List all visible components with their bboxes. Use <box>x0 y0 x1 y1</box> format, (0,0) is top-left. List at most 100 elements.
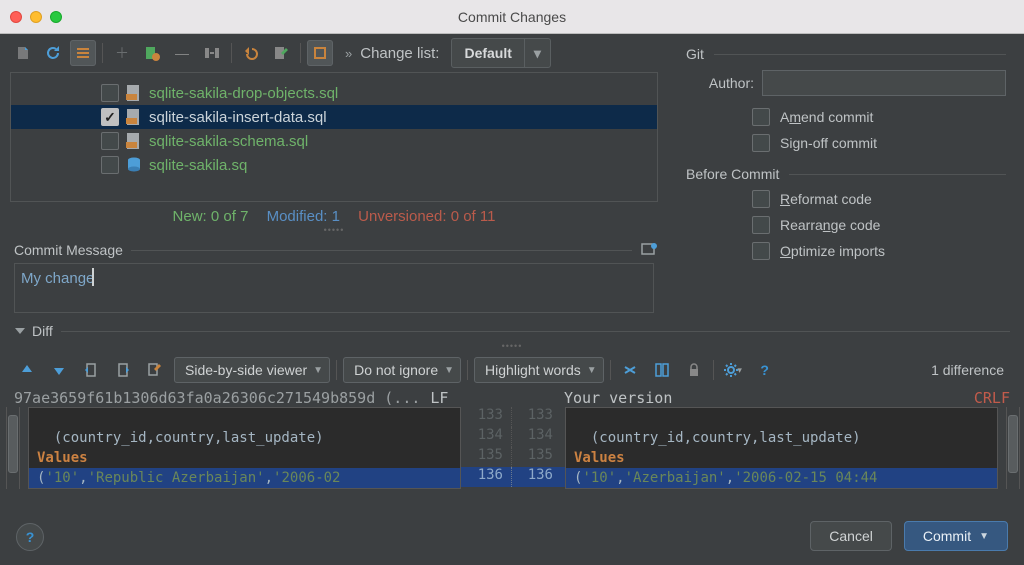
collapse-toggle-icon[interactable] <box>14 325 26 337</box>
divider <box>61 331 1010 332</box>
file-checkbox[interactable] <box>101 84 119 102</box>
compare-prev-file-icon[interactable] <box>78 357 104 383</box>
highlight-mode-dropdown[interactable]: Highlight words▼ <box>474 357 604 383</box>
optimize-option[interactable]: Optimize imports <box>686 242 1006 260</box>
lock-icon[interactable] <box>681 357 707 383</box>
move-to-changelist-icon[interactable] <box>199 40 225 66</box>
reformat-label: Reformat code <box>780 191 872 207</box>
file-name: sqlite-sakila-insert-data.sql <box>149 109 327 126</box>
toolbar-separator <box>300 43 301 63</box>
change-list-dropdown[interactable]: Default ▾ <box>451 38 550 68</box>
signoff-commit-option[interactable]: Sign-off commit <box>686 134 1006 152</box>
file-name: sqlite-sakila.sq <box>149 157 247 174</box>
git-section-header: Git <box>686 46 1006 62</box>
file-name: sqlite-sakila-drop-objects.sql <box>149 85 338 102</box>
file-checkbox[interactable] <box>101 108 119 126</box>
file-stats: New: 0 of 7 Modified: 1 Unversioned: 0 o… <box>0 202 668 237</box>
overflow-chevron-icon[interactable]: » <box>345 46 352 61</box>
commit-message-label: Commit Message <box>14 242 123 258</box>
stat-modified: Modified: 1 <box>267 208 340 225</box>
before-commit-label: Before Commit <box>686 166 779 182</box>
compare-next-file-icon[interactable] <box>110 357 136 383</box>
file-checkbox[interactable] <box>101 156 119 174</box>
split-gripper[interactable]: ••••• <box>0 341 1024 351</box>
prev-diff-icon[interactable] <box>14 357 40 383</box>
refresh-icon[interactable] <box>40 40 66 66</box>
cancel-button[interactable]: Cancel <box>810 521 892 551</box>
signoff-checkbox[interactable] <box>752 134 770 152</box>
changed-files-list[interactable]: sqlite-sakila-drop-objects.sql sqlite-sa… <box>10 72 658 202</box>
dropdown-arrow-icon: ▼ <box>979 531 989 542</box>
right-line-ending: CRLF <box>974 389 1010 407</box>
base-revision-hash: 97ae3659f61b1306d63fa0a26306c271549b859d… <box>14 389 420 407</box>
file-row[interactable]: sqlite-sakila-schema.sql <box>11 129 657 153</box>
remove-icon[interactable]: — <box>169 40 195 66</box>
change-list-label: Change list: <box>360 45 439 62</box>
author-label: Author: <box>686 75 762 91</box>
amend-label: Amend commit <box>780 109 873 125</box>
help-button[interactable]: ? <box>16 523 44 551</box>
signoff-label: Sign-off commit <box>780 135 877 151</box>
reformat-option[interactable]: Reformat code <box>686 190 1006 208</box>
diff-toolbar: Side-by-side viewer▼ Do not ignore▼ High… <box>0 351 1024 389</box>
db-file-icon <box>125 156 143 174</box>
zoom-window-button[interactable] <box>50 11 62 23</box>
rearrange-checkbox[interactable] <box>752 216 770 234</box>
right-scrollbar[interactable] <box>1006 407 1020 489</box>
diff-section-header[interactable]: Diff <box>0 313 1024 341</box>
dropdown-arrow-icon: ▾ <box>524 39 550 67</box>
your-version-label: Your version <box>564 389 672 407</box>
rearrange-label: Rearrange code <box>780 217 880 233</box>
file-name: sqlite-sakila-schema.sql <box>149 133 308 150</box>
dialog-footer: ? Cancel Commit▼ <box>0 489 1024 565</box>
sql-file-icon <box>125 132 143 150</box>
collapse-unchanged-icon[interactable] <box>617 357 643 383</box>
amend-commit-option[interactable]: Amend commit <box>686 108 1006 126</box>
commit-message-input[interactable]: My change <box>14 263 654 313</box>
file-row[interactable]: sqlite-sakila.sq <box>11 153 657 177</box>
edit-icon[interactable] <box>142 357 168 383</box>
text-caret <box>92 268 94 286</box>
file-row[interactable]: sqlite-sakila-insert-data.sql <box>11 105 657 129</box>
optimize-checkbox[interactable] <box>752 242 770 260</box>
git-section-label: Git <box>686 46 704 62</box>
window-controls <box>10 11 62 23</box>
viewer-mode-dropdown[interactable]: Side-by-side viewer▼ <box>174 357 330 383</box>
toolbar-separator <box>102 43 103 63</box>
sync-scroll-icon[interactable] <box>649 357 675 383</box>
close-window-button[interactable] <box>10 11 22 23</box>
settings-gear-icon[interactable]: ▾ <box>720 357 746 383</box>
minimize-window-button[interactable] <box>30 11 42 23</box>
amend-checkbox[interactable] <box>752 108 770 126</box>
diff-gutter: 133133 134134 135135 136136 <box>461 407 565 489</box>
left-scrollbar[interactable] <box>6 407 20 489</box>
stat-unversioned: Unversioned: 0 of 11 <box>358 208 495 225</box>
author-input[interactable] <box>762 70 1006 96</box>
diff-section-label: Diff <box>32 323 53 339</box>
expand-all-icon[interactable] <box>307 40 333 66</box>
file-checkbox[interactable] <box>101 132 119 150</box>
message-history-icon[interactable] <box>640 241 658 259</box>
help-icon[interactable]: ? <box>752 357 778 383</box>
diff-right-pane[interactable]: Insert into country ✔ (country_id,countr… <box>565 407 998 489</box>
title-bar: Commit Changes <box>0 0 1024 34</box>
reformat-checkbox[interactable] <box>752 190 770 208</box>
author-field-row: Author: <box>686 70 1006 96</box>
group-by-directory-icon[interactable] <box>70 40 96 66</box>
diff-left-pane[interactable]: ◉ Insert into country (country_id,countr… <box>28 407 461 489</box>
rearrange-option[interactable]: Rearrange code <box>686 216 1006 234</box>
diff-count-label: 1 difference <box>931 362 1010 378</box>
rollback-icon[interactable] <box>238 40 264 66</box>
add-icon[interactable]: ＋ <box>109 40 135 66</box>
show-diff-icon[interactable] <box>10 40 36 66</box>
ignore-whitespace-dropdown[interactable]: Do not ignore▼ <box>343 357 461 383</box>
edit-source-icon[interactable] <box>268 40 294 66</box>
left-line-ending: LF <box>430 389 448 407</box>
commit-toolbar: ＋ — » Change list: Default ▾ <box>0 34 668 72</box>
diff-viewer[interactable]: ◉ Insert into country (country_id,countr… <box>0 407 1024 489</box>
commit-button[interactable]: Commit▼ <box>904 521 1008 551</box>
new-changelist-icon[interactable] <box>139 40 165 66</box>
file-row[interactable]: sqlite-sakila-drop-objects.sql <box>11 81 657 105</box>
split-gripper[interactable]: ••••• <box>0 225 668 235</box>
next-diff-icon[interactable] <box>46 357 72 383</box>
